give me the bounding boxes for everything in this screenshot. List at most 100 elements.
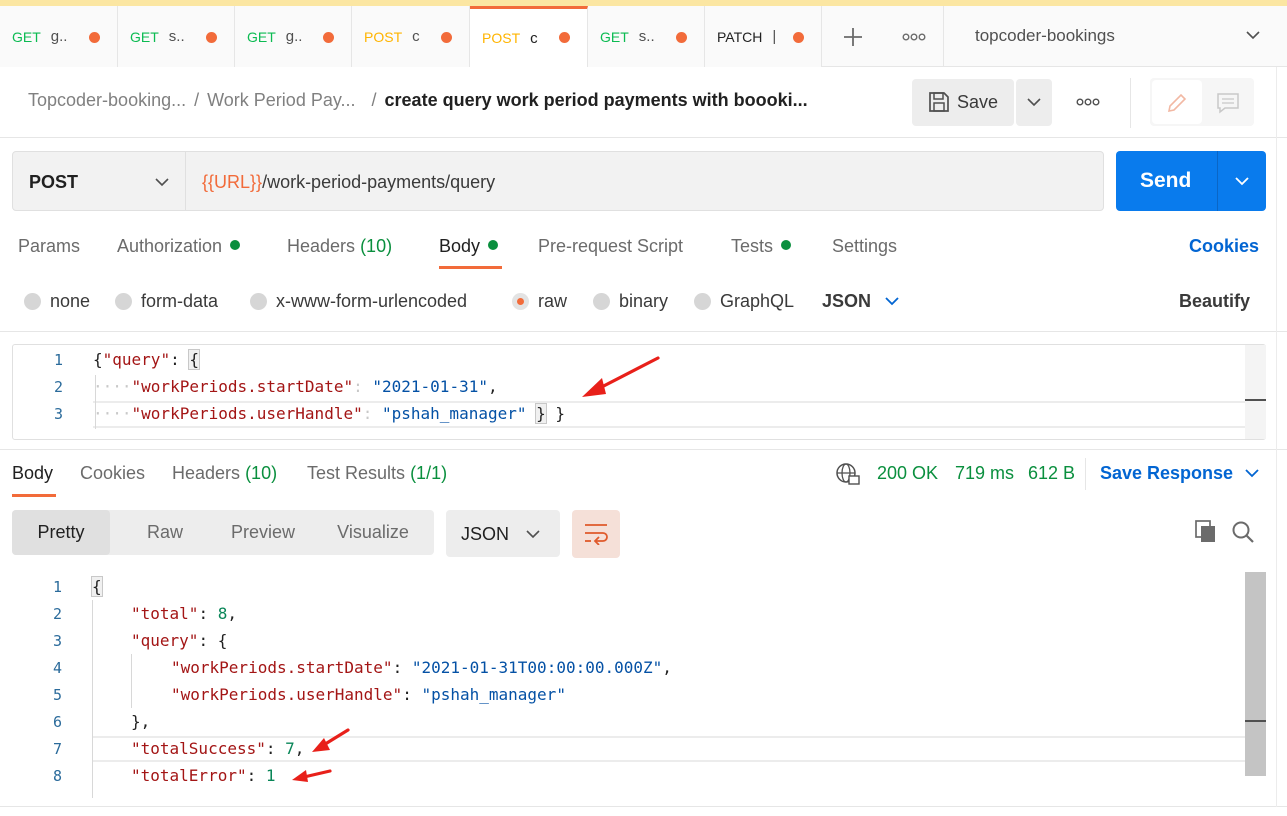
request-tab[interactable]: GET s.. (588, 6, 705, 67)
url-variable: {{URL}} (202, 172, 263, 192)
annotation-arrow (292, 769, 332, 782)
tab-name: g.. (285, 28, 303, 45)
indent-guide (92, 600, 93, 798)
chevron-down-icon (155, 178, 169, 187)
chevron-down-icon[interactable] (1235, 177, 1249, 186)
wrap-lines-button[interactable] (572, 510, 620, 558)
response-view-tabs: Pretty Raw Preview Visualize (12, 510, 434, 555)
request-tab[interactable]: GET s.. (118, 6, 235, 67)
radio-urlencoded[interactable]: x-www-form-urlencoded (250, 291, 467, 312)
edit-mode-button[interactable] (1152, 80, 1202, 124)
tab-label: Headers (172, 463, 241, 483)
save-response-button[interactable]: Save Response (1100, 463, 1259, 484)
radio-raw[interactable]: raw (512, 291, 567, 312)
radio-none[interactable]: none (24, 291, 90, 312)
chevron-down-icon (1027, 98, 1041, 107)
tab-settings[interactable]: Settings (832, 236, 897, 257)
wrap-lines-icon (585, 524, 608, 545)
response-format-select[interactable]: JSON (446, 510, 560, 557)
code-line: }, (131, 712, 151, 731)
line-number: 6 (52, 713, 62, 731)
line-number: 2 (53, 378, 63, 396)
save-icon (929, 92, 949, 112)
request-tab[interactable]: PATCH | (705, 6, 822, 67)
comments-button[interactable] (1204, 80, 1252, 124)
beautify-button[interactable]: Beautify (1179, 291, 1250, 312)
response-tab-body[interactable]: Body (12, 463, 53, 484)
request-tab[interactable]: GET g.. (235, 6, 352, 67)
status-dot (230, 240, 241, 250)
response-time[interactable]: 719 ms (955, 463, 1014, 484)
request-tab[interactable]: GET g.. (0, 6, 118, 67)
view-preview[interactable]: Preview (208, 510, 318, 555)
request-tab-active[interactable]: POST c (470, 6, 588, 67)
line-number: 3 (52, 632, 62, 650)
headers-count: (10) (245, 463, 278, 483)
status-code[interactable]: 200 OK (877, 463, 938, 484)
copy-icon[interactable] (1195, 520, 1217, 544)
tab-label: Tests (731, 236, 774, 256)
tab-params[interactable]: Params (18, 236, 80, 257)
active-tab-indicator (439, 266, 502, 269)
response-tab-headers[interactable]: Headers (10) (172, 463, 277, 484)
tab-method: GET (12, 28, 41, 45)
tab-body[interactable]: Body (439, 236, 499, 257)
chevron-down-icon (1246, 31, 1260, 40)
radio-binary[interactable]: binary (593, 291, 668, 312)
unsaved-dot (441, 32, 452, 43)
send-button[interactable]: Send (1116, 151, 1266, 211)
body-format-select[interactable]: JSON (822, 291, 899, 312)
new-tab-button[interactable] (822, 6, 884, 67)
breadcrumb-collection[interactable]: Topcoder-booking... (28, 90, 186, 110)
annotation-arrow (582, 356, 660, 397)
code-line: "totalError": 1 (131, 766, 276, 785)
tab-headers[interactable]: Headers (10) (287, 236, 392, 257)
tab-prerequest-script[interactable]: Pre-request Script (538, 236, 683, 257)
unsaved-dot (89, 32, 100, 43)
active-tab-indicator (12, 494, 56, 497)
save-options-button[interactable] (1016, 79, 1052, 126)
response-tab-test-results[interactable]: Test Results (1/1) (307, 463, 447, 484)
request-title[interactable]: create query work period payments with b… (385, 90, 808, 110)
test-count: (1/1) (410, 463, 448, 483)
chevron-down-icon (1245, 469, 1259, 478)
tab-name: g.. (50, 28, 68, 45)
code-line: "workPeriods.startDate": "2021-01-31T00:… (171, 658, 672, 677)
scrollbar-thumb[interactable] (1245, 572, 1266, 776)
unsaved-dot (559, 32, 570, 43)
radio-form-data[interactable]: form-data (115, 291, 218, 312)
radio-graphql[interactable]: GraphQL (694, 291, 794, 312)
more-actions-button[interactable] (1068, 90, 1108, 114)
cookies-link[interactable]: Cookies (1189, 236, 1259, 257)
line-number: 1 (53, 351, 63, 369)
more-tabs-button[interactable] (884, 6, 944, 67)
pencil-icon (1167, 93, 1187, 113)
search-icon[interactable] (1231, 520, 1255, 544)
line-number: 4 (52, 659, 62, 677)
url-input[interactable]: {{URL}}/work-period-payments/query (186, 151, 1104, 211)
response-size[interactable]: 612 B (1028, 463, 1075, 484)
breadcrumb-folder[interactable]: Work Period Pay... (207, 90, 355, 110)
request-tab[interactable]: POST c (352, 6, 470, 67)
response-tab-cookies[interactable]: Cookies (80, 463, 145, 484)
response-body-editor[interactable]: 1 2 3 4 5 6 7 8 { "total": 8, "query": {… (0, 572, 1266, 798)
code-line: { (91, 576, 103, 597)
tab-label: Test Results (307, 463, 406, 483)
tab-label: Headers (287, 236, 356, 256)
code-line: ····"workPeriods.userHandle": "pshah_man… (93, 403, 566, 424)
save-button[interactable]: Save (912, 79, 1014, 126)
view-raw[interactable]: Raw (122, 510, 208, 555)
code-line: ····"workPeriods.startDate": "2021-01-31… (93, 377, 498, 396)
tab-tests[interactable]: Tests (731, 236, 792, 257)
line-number: 3 (53, 405, 63, 423)
code-line: "query": { (131, 631, 228, 650)
view-visualize[interactable]: Visualize (322, 510, 424, 555)
view-pretty[interactable]: Pretty (12, 510, 110, 555)
tab-authorization[interactable]: Authorization (117, 236, 241, 257)
unsaved-dot (793, 32, 804, 43)
tab-name: c (412, 28, 420, 45)
globe-lock-icon[interactable] (835, 462, 861, 486)
method-select[interactable]: POST (12, 151, 186, 211)
environment-selector[interactable]: topcoder-bookings (944, 6, 1287, 67)
scrollbar[interactable] (1245, 345, 1266, 439)
